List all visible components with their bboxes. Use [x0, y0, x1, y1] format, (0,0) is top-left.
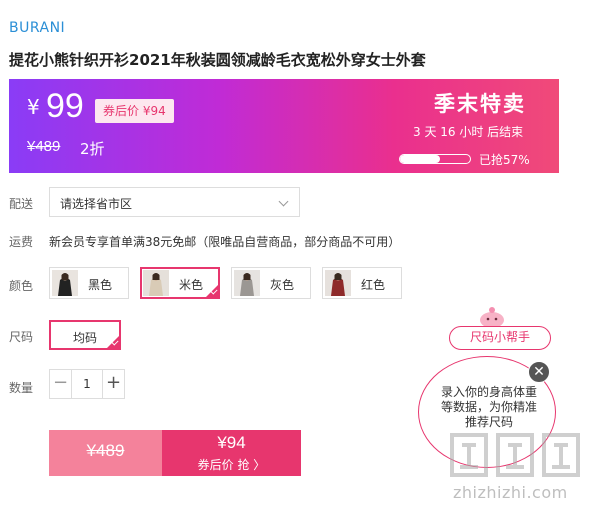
selected-check-icon	[205, 284, 219, 298]
after-coupon-badge: 券后价 ¥94	[95, 99, 174, 123]
gray-sweater-thumbnail	[234, 270, 260, 296]
shipping-info: 新会员专享首单满38元免邮（限唯品自营商品，部分商品不可用）	[49, 235, 401, 249]
original-price: ¥489	[27, 138, 61, 155]
decrease-button[interactable]: −	[50, 370, 72, 398]
region-select[interactable]: 请选择省市区	[49, 187, 300, 217]
selected-check-icon	[106, 335, 120, 349]
buy-now-button[interactable]: ¥94 券后价 抢 〉	[162, 430, 301, 476]
original-price-button[interactable]: ¥489	[49, 430, 162, 476]
buy-original-price: ¥489	[86, 441, 125, 460]
chevron-down-icon	[278, 196, 289, 207]
size-helper-button[interactable]: 尺码小帮手	[449, 326, 551, 350]
increase-button[interactable]: +	[102, 370, 124, 398]
color-name: 灰色	[270, 278, 295, 292]
quantity-label: 数量	[9, 381, 34, 395]
color-option-red[interactable]: 红色	[322, 267, 402, 299]
promo-banner: ¥ 99 券后价 ¥94 ¥489 2折 季末特卖 3 天 16 小时 后结束 …	[9, 79, 559, 173]
black-sweater-thumbnail	[52, 270, 78, 296]
discount-label: 2折	[80, 140, 105, 158]
quantity-value[interactable]: 1	[72, 370, 102, 398]
size-helper-text: 录入你的身高体重等数据，为你精准推荐尺码	[441, 385, 538, 429]
close-icon[interactable]: ✕	[528, 361, 550, 383]
price-currency: ¥	[27, 95, 40, 119]
watermark: zhizhizhi.com	[440, 425, 590, 505]
red-sweater-thumbnail	[325, 270, 351, 296]
size-option-onesize[interactable]: 均码	[49, 320, 121, 350]
brand-name[interactable]: BURANI	[9, 20, 65, 36]
mascot-icon	[480, 307, 504, 328]
color-option-beige[interactable]: 米色	[140, 267, 220, 299]
size-label: 尺码	[9, 330, 34, 344]
region-placeholder: 请选择省市区	[60, 197, 133, 211]
color-name: 红色	[361, 278, 386, 292]
color-option-gray[interactable]: 灰色	[231, 267, 311, 299]
buy-price: ¥94	[217, 433, 246, 452]
watermark-logo-icon	[450, 433, 580, 477]
product-title: 提花小熊针织开衫2021年秋装圆领减龄毛衣宽松外穿女士外套	[9, 51, 426, 69]
event-title: 季末特卖	[434, 92, 526, 116]
buy-action-label: 券后价 抢 〉	[197, 458, 266, 472]
sold-percent-text: 已抢57%	[479, 153, 530, 167]
buy-button-group: ¥489 ¥94 券后价 抢 〉	[49, 430, 301, 476]
color-option-black[interactable]: 黑色	[49, 267, 129, 299]
color-name: 黑色	[88, 278, 113, 292]
countdown-text: 3 天 16 小时 后结束	[413, 125, 524, 139]
sold-progress-fill	[400, 155, 440, 163]
beige-sweater-thumbnail	[143, 270, 169, 296]
color-name: 米色	[179, 278, 204, 292]
sold-progress-bar	[399, 154, 471, 164]
watermark-text: zhizhizhi.com	[453, 483, 568, 502]
color-label: 颜色	[9, 279, 34, 293]
quantity-stepper: − 1 +	[49, 369, 125, 399]
promo-price: 99	[46, 87, 84, 125]
delivery-label: 配送	[9, 197, 34, 211]
shipping-label: 运费	[9, 235, 34, 249]
